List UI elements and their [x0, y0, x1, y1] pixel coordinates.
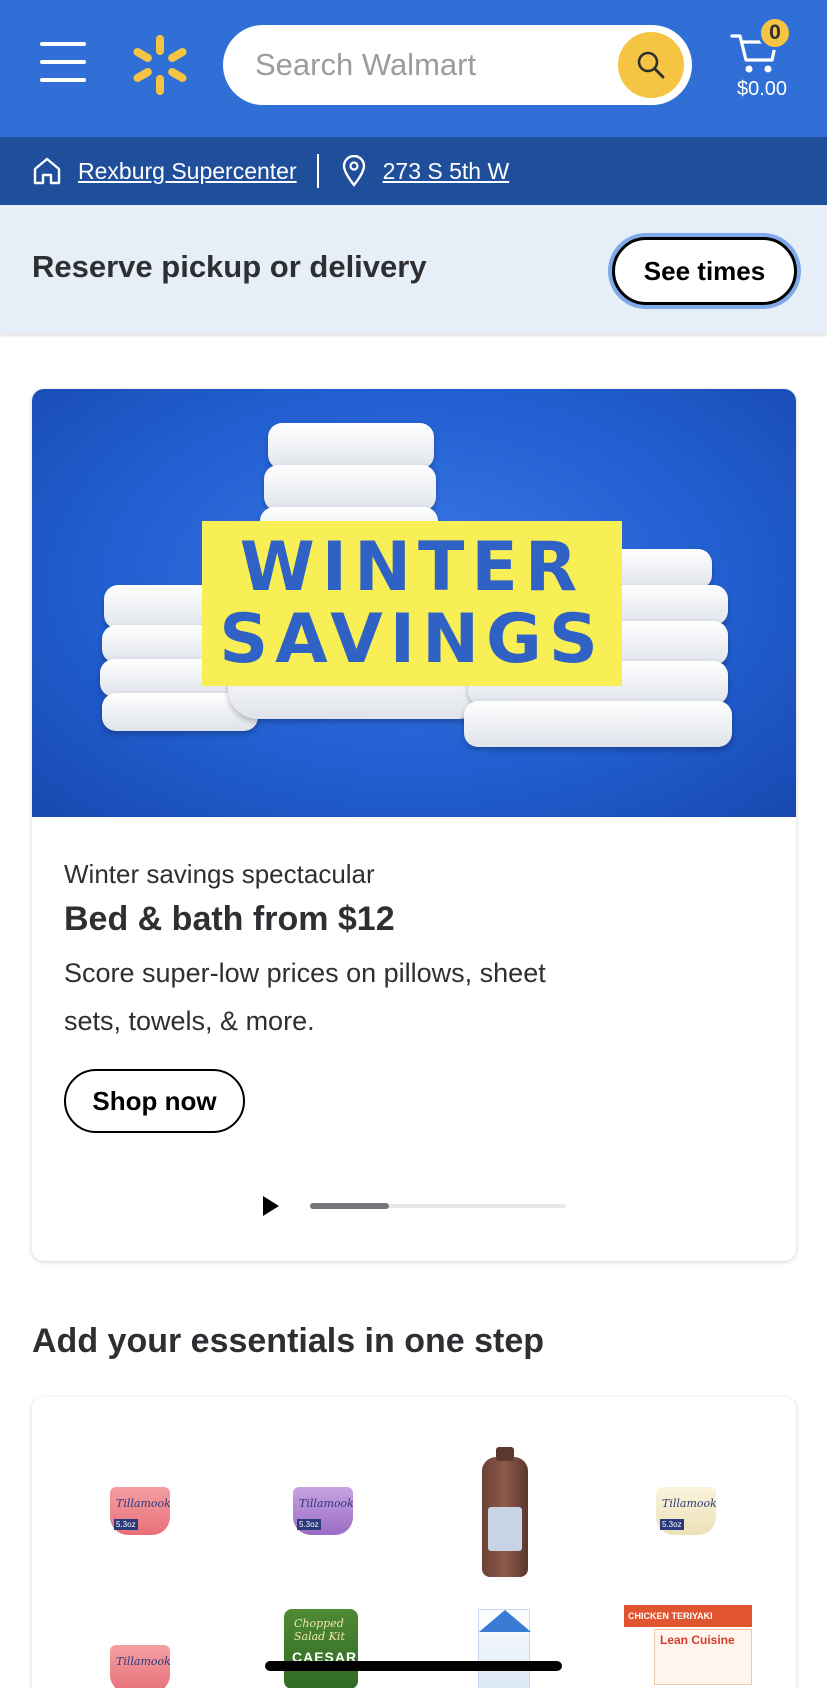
carousel-progress-track	[310, 1203, 566, 1209]
chocolate-milk-jug	[482, 1447, 528, 1577]
product-brand: CHICKEN TERIYAKI	[624, 1605, 752, 1627]
carousel-progress-fill	[310, 1203, 390, 1209]
product-brand: Tillamook	[116, 1497, 171, 1510]
reserve-text: Reserve pickup or delivery	[32, 249, 427, 284]
store-bar: Rexburg Supercenter 273 S 5th W	[0, 137, 827, 205]
promo-eyebrow: Winter savings spectacular	[64, 859, 375, 889]
product-brand: Tillamook	[299, 1497, 354, 1510]
see-times-button[interactable]: See times	[612, 237, 797, 305]
product-brand: Chopped Salad Kit	[294, 1617, 345, 1643]
product-item[interactable]: Tillamook 5.3oz	[293, 1487, 354, 1535]
promo-text: Winter savings spectacular Bed & bath fr…	[64, 859, 624, 1045]
product-item[interactable]: Tillamook	[110, 1645, 171, 1688]
milk-carton	[478, 1609, 530, 1688]
carousel-controls	[262, 1192, 602, 1222]
product-item[interactable]: Tillamook 5.3oz	[110, 1487, 171, 1535]
search-icon	[637, 51, 665, 79]
product-item[interactable]: Chopped Salad Kit CAESAR	[284, 1609, 358, 1688]
reserve-banner: Reserve pickup or delivery See times	[0, 205, 827, 334]
promo-description: Score super-low prices on pillows, sheet…	[64, 958, 546, 1036]
product-item[interactable]	[482, 1447, 528, 1577]
store-bar-divider	[316, 154, 319, 188]
shop-now-button[interactable]: Shop now	[64, 1069, 245, 1133]
product-item[interactable]	[478, 1609, 530, 1688]
menu-icon[interactable]	[40, 42, 86, 82]
product-brand: Tillamook	[662, 1497, 717, 1510]
product-size: 5.3oz	[114, 1519, 138, 1530]
winter-savings-sign: WINTER SAVINGS	[202, 521, 622, 686]
product-size: 5.3oz	[297, 1519, 321, 1530]
store-name-link[interactable]: Rexburg Supercenter	[78, 158, 297, 185]
essentials-card: Tillamook 5.3oz Tillamook 5.3oz Tillamoo…	[32, 1397, 796, 1688]
product-item[interactable]: Tillamook 5.3oz	[656, 1487, 717, 1535]
hero-line-1: WINTER	[239, 527, 585, 607]
essentials-title: Add your essentials in one step	[32, 1322, 545, 1360]
product-item[interactable]: CHICKEN TERIYAKI Lean Cuisine	[624, 1605, 752, 1685]
search-input[interactable]	[255, 25, 635, 105]
cart-button[interactable]: 0 $0.00	[722, 16, 804, 108]
promo-card: WINTER SAVINGS Winter savings spectacula…	[32, 389, 796, 1261]
walmart-spark-logo[interactable]	[132, 35, 188, 95]
top-header: 0 $0.00	[0, 0, 827, 137]
search-bar	[223, 25, 692, 105]
product-brand: Tillamook	[116, 1655, 171, 1668]
winter-savings-hero-image[interactable]: WINTER SAVINGS	[32, 389, 796, 817]
cart-count-badge: 0	[758, 16, 792, 50]
product-size: 5.3oz	[660, 1519, 684, 1530]
address-link[interactable]: 273 S 5th W	[383, 158, 510, 185]
home-indicator[interactable]	[265, 1661, 562, 1671]
promo-headline: Bed & bath from $12	[64, 900, 395, 938]
product-size: Lean Cuisine	[660, 1633, 735, 1647]
search-button[interactable]	[618, 32, 684, 98]
play-icon[interactable]	[262, 1195, 280, 1217]
location-pin-icon	[342, 155, 365, 187]
hero-line-2: SAVINGS	[219, 599, 605, 679]
store-icon	[33, 157, 61, 185]
cart-total: $0.00	[736, 78, 788, 100]
